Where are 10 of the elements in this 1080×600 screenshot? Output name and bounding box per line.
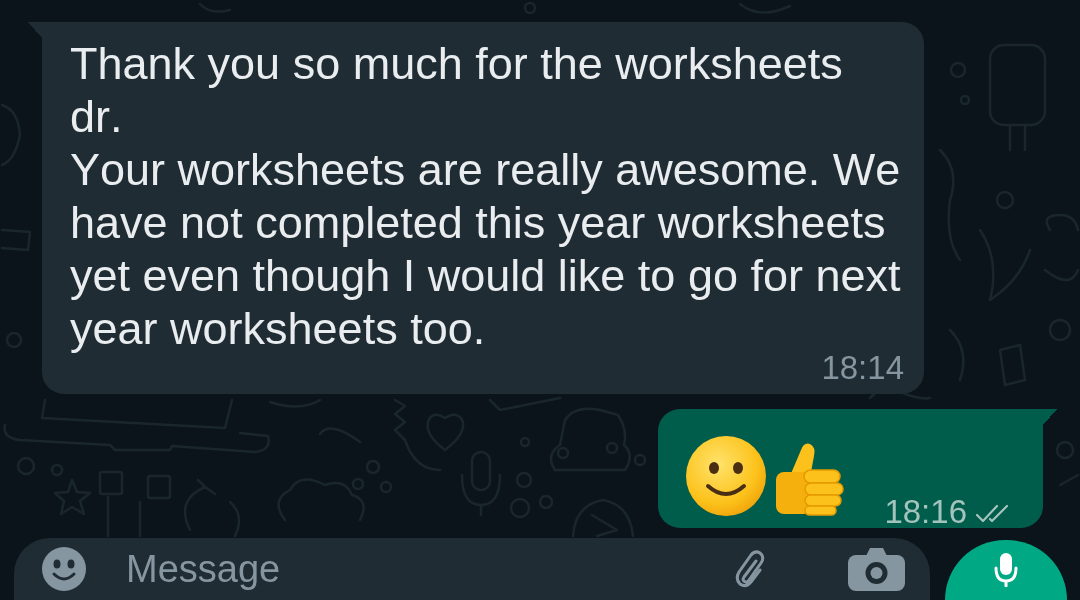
- message-field[interactable]: Message: [14, 538, 930, 600]
- microphone-icon: [994, 553, 1018, 587]
- message-text: Thank you so much for the worksheets dr. Your worksheets are really awesome. We have not completed this year worksheets yet even though I would like to go for next year worksheets too.: [70, 37, 902, 355]
- message-time: 18:14: [821, 355, 904, 381]
- emoji-icon[interactable]: [42, 547, 86, 591]
- message-time: 18:16: [884, 494, 967, 528]
- paperclip-icon[interactable]: [735, 549, 765, 589]
- message-input[interactable]: Message: [126, 544, 715, 594]
- smiley-face-icon: [686, 435, 766, 516]
- camera-icon[interactable]: [848, 547, 905, 591]
